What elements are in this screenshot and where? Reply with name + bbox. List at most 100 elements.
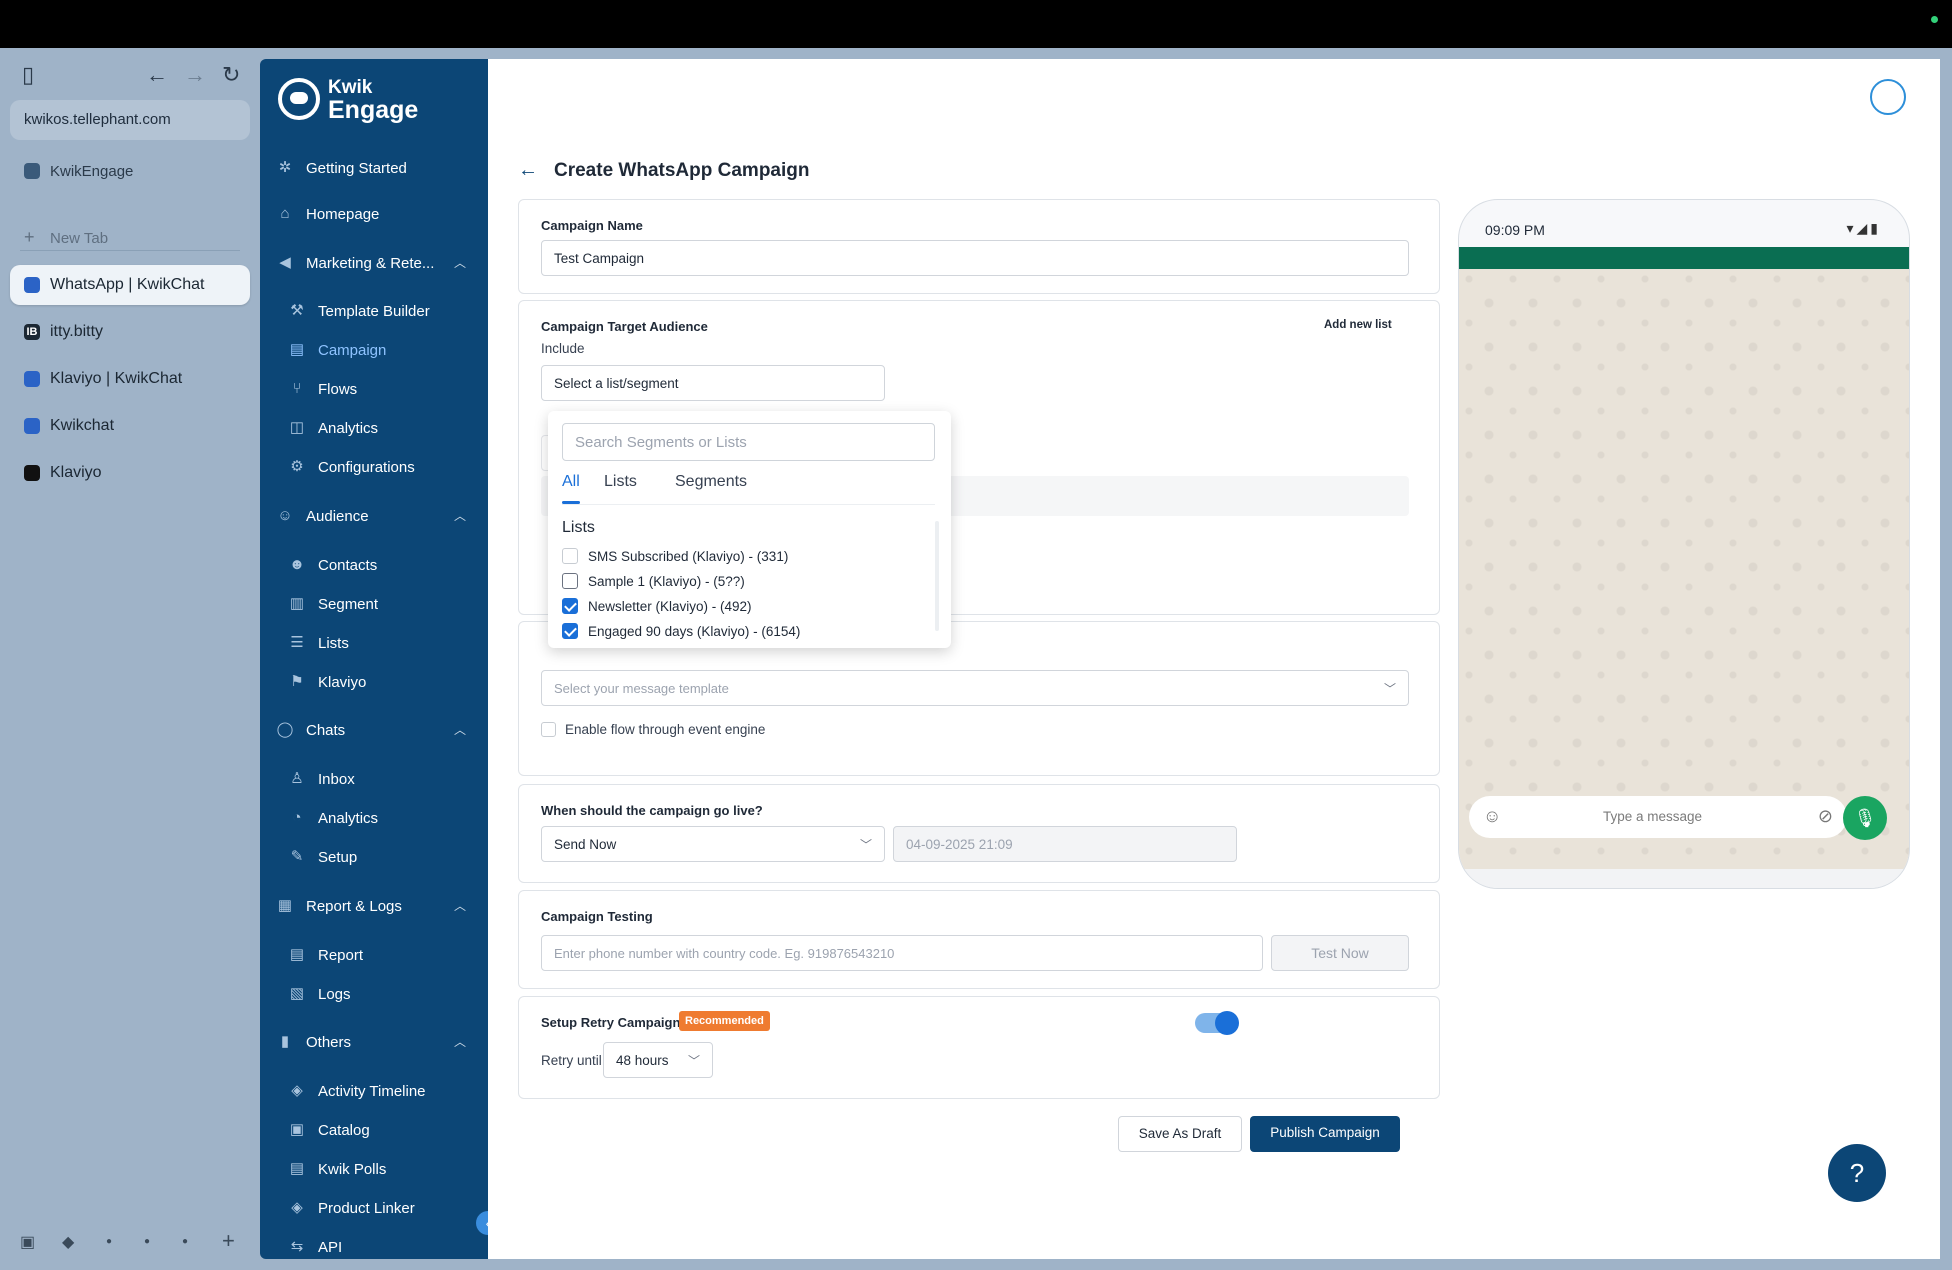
nav-logs[interactable]: ▧ Logs <box>260 979 488 1009</box>
add-new-list-link[interactable]: Add new list <box>1324 319 1392 331</box>
include-label: Include <box>541 341 585 356</box>
audience-icon: ☺ <box>277 507 293 524</box>
nav-chats[interactable]: ◯ Chats ︿ <box>260 715 488 745</box>
nav-lists[interactable]: ☰ Lists <box>260 628 488 658</box>
nav-homepage[interactable]: ⌂ Homepage <box>260 199 488 229</box>
new-tab-button[interactable]: + New Tab <box>10 218 250 258</box>
nav-configurations[interactable]: ⚙ Configurations <box>260 452 488 482</box>
nav-label: Lists <box>318 634 349 652</box>
tab-lists[interactable]: Lists <box>604 473 637 491</box>
sidebar-toggle-icon[interactable]: ▯ <box>22 62 34 88</box>
nav-activity-timeline[interactable]: ◈ Activity Timeline <box>260 1076 488 1106</box>
retry-toggle[interactable] <box>1195 1011 1239 1035</box>
nav-flows[interactable]: ⑂ Flows <box>260 374 488 404</box>
nav-report[interactable]: ▤ Report <box>260 940 488 970</box>
tab-label: Kwikchat <box>50 417 115 434</box>
tab-itty-bitty[interactable]: IB itty.bitty <box>10 312 250 352</box>
space-dot-icon[interactable]: ● <box>182 1236 188 1247</box>
nav-product-linker[interactable]: ◈ Product Linker <box>260 1193 488 1223</box>
include-select[interactable]: Select a list/segment <box>541 365 885 401</box>
save-draft-button[interactable]: Save As Draft <box>1118 1116 1242 1152</box>
nav-klaviyo[interactable]: ⚑ Klaviyo <box>260 667 488 697</box>
nav-template-builder[interactable]: ⚒ Template Builder <box>260 296 488 326</box>
schedule-datetime-input[interactable]: 04-09-2025 21:09 <box>893 826 1237 862</box>
reload-icon[interactable]: ↻ <box>222 62 240 88</box>
link-icon: ◈ <box>291 1199 303 1216</box>
profile-circle-button[interactable] <box>1870 79 1906 115</box>
retry-duration-select[interactable]: 48 hours ﹀ <box>603 1042 713 1078</box>
new-tab-label: New Tab <box>50 229 109 247</box>
dropdown-scrollbar[interactable] <box>935 521 939 631</box>
list-checkbox-checked[interactable] <box>562 623 578 639</box>
nav-segment[interactable]: ▥ Segment <box>260 589 488 619</box>
flow-checkbox[interactable] <box>541 722 556 737</box>
tab-kwikchat[interactable]: Kwikchat <box>10 406 250 446</box>
nav-label: Setup <box>318 848 358 866</box>
back-arrow-icon[interactable]: ← <box>518 159 538 182</box>
kwikengage-logo[interactable]: Kwik Engage <box>278 77 418 123</box>
segment-search-input[interactable]: Search Segments or Lists <box>562 423 935 461</box>
add-space-icon[interactable]: + <box>222 1228 235 1254</box>
campaign-name-input[interactable]: Test Campaign <box>541 240 1409 276</box>
list-item-label[interactable]: Newsletter (Klaviyo) - (492) <box>588 599 752 614</box>
space-icon[interactable]: ◆ <box>62 1232 74 1252</box>
list-item-label[interactable]: Sample 1 (Klaviyo) - (5??) <box>588 574 745 589</box>
test-now-button[interactable]: Test Now <box>1271 935 1409 971</box>
space-dot-icon[interactable]: ● <box>106 1236 112 1247</box>
tab-all[interactable]: All <box>562 473 580 504</box>
tab-klaviyo-kwikchat[interactable]: Klaviyo | KwikChat <box>10 359 250 399</box>
space-dot-icon[interactable]: ● <box>144 1236 150 1247</box>
list-checkbox[interactable] <box>562 548 578 564</box>
archive-icon[interactable]: ▣ <box>20 1232 35 1252</box>
os-top-bar <box>0 0 1952 48</box>
chat-icon: ◯ <box>276 721 294 738</box>
kwikchat-favicon <box>24 418 40 434</box>
nav-inbox[interactable]: ♙ Inbox <box>260 764 488 794</box>
nav-catalog[interactable]: ▣ Catalog <box>260 1115 488 1145</box>
nav-analytics[interactable]: ◫ Analytics <box>260 413 488 443</box>
pinned-tab-kwikengage[interactable]: KwikEngage <box>10 151 250 191</box>
nav-campaign[interactable]: ▤ Campaign <box>260 335 488 365</box>
audience-label: Campaign Target Audience <box>541 319 708 334</box>
browser-sidebar: ▯ ← → ↻ kwikos.tellephant.com KwikEngage… <box>0 48 260 1270</box>
nav-setup[interactable]: ✎ Setup <box>260 842 488 872</box>
chevron-up-icon: ︿ <box>453 899 466 913</box>
test-phone-input[interactable]: Enter phone number with country code. Eg… <box>541 935 1263 971</box>
help-chat-button[interactable]: ? <box>1828 1144 1886 1202</box>
nav-chat-analytics[interactable]: ◔ Analytics <box>260 803 488 833</box>
tab-whatsapp-kwikchat[interactable]: WhatsApp | KwikChat <box>10 265 250 305</box>
nav-report-logs[interactable]: ▦ Report & Logs ︿ <box>260 891 488 921</box>
nav-getting-started[interactable]: ✲ Getting Started <box>260 153 488 183</box>
nav-kwik-polls[interactable]: ▤ Kwik Polls <box>260 1154 488 1184</box>
chart-icon: ◫ <box>289 419 305 436</box>
nav-contacts[interactable]: ☻ Contacts <box>260 550 488 580</box>
back-arrow-icon[interactable]: ← <box>146 62 168 88</box>
list-item-label[interactable]: Engaged 90 days (Klaviyo) - (6154) <box>588 624 800 639</box>
home-icon: ⌂ <box>280 205 290 222</box>
testing-card: Campaign Testing Enter phone number with… <box>518 890 1440 989</box>
schedule-mode-select[interactable]: Send Now ﹀ <box>541 826 885 862</box>
forward-arrow-icon[interactable]: → <box>184 62 206 88</box>
url-bar[interactable]: kwikos.tellephant.com <box>10 100 250 140</box>
nav-marketing[interactable]: ◀ Marketing & Rete... ︿ <box>260 248 488 278</box>
list-checkbox[interactable] <box>562 573 578 589</box>
nav-api[interactable]: ⇆ API <box>260 1232 488 1259</box>
template-select[interactable]: Select your message template ﹀ <box>541 670 1409 706</box>
list-checkbox-checked[interactable] <box>562 598 578 614</box>
nav-label: Product Linker <box>318 1199 415 1217</box>
list-item-label[interactable]: SMS Subscribed (Klaviyo) - (331) <box>588 549 788 564</box>
nav-label: Analytics <box>318 419 379 437</box>
nav-label: Catalog <box>318 1121 370 1139</box>
tab-segments[interactable]: Segments <box>675 473 747 491</box>
nav-audience[interactable]: ☺ Audience ︿ <box>260 501 488 531</box>
tab-label: itty.bitty <box>50 323 104 340</box>
chevron-down-icon: ﹀ <box>687 1054 700 1068</box>
microphone-icon: 🎙 <box>1843 796 1887 840</box>
nav-others[interactable]: ▮ Others ︿ <box>260 1027 488 1057</box>
publish-campaign-button[interactable]: Publish Campaign <box>1250 1116 1400 1152</box>
template-placeholder: Select your message template <box>554 681 729 696</box>
phone-bottom-bar <box>1459 869 1909 888</box>
tab-klaviyo[interactable]: Klaviyo <box>10 453 250 493</box>
nav-label: Report & Logs <box>306 897 402 915</box>
plus-icon: + <box>24 227 35 247</box>
